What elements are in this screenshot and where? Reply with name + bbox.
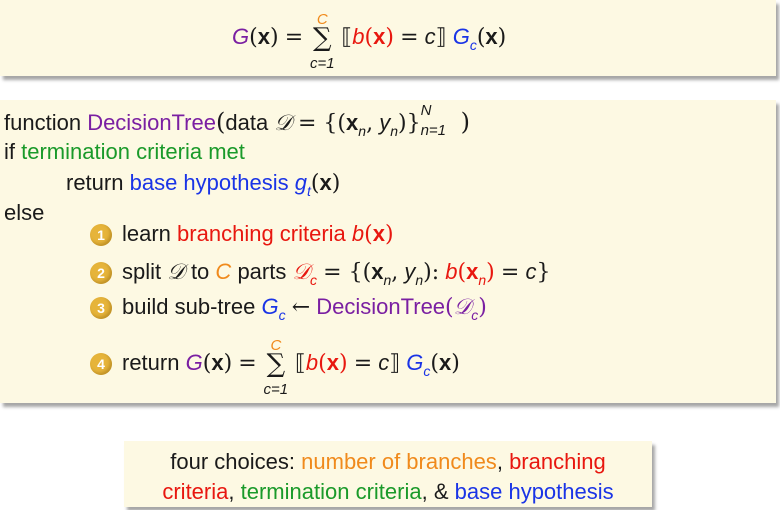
- header-formula: G(x) = C ∑ c=1 ⟦b(x) = c⟧ Gc(x): [232, 11, 506, 72]
- step-2-bullet: 2: [90, 262, 112, 284]
- algo-line-return-base: return base hypothesis gt(x): [66, 170, 341, 199]
- sum-upper-limit: C: [316, 11, 328, 29]
- choice-criteria: criteria: [162, 479, 229, 504]
- choice-termination: termination criteria: [240, 479, 422, 504]
- formula-c: c: [424, 24, 436, 49]
- step-3-bullet: 3: [90, 297, 112, 319]
- summation-symbol: C ∑ c=1: [309, 11, 335, 72]
- step-4: 4 return G(x) = C ∑ c=1 ⟦b(x) = c⟧ Gc(x): [90, 337, 460, 399]
- formula-box: G(x) = C ∑ c=1 ⟦b(x) = c⟧ Gc(x): [0, 0, 776, 76]
- formula-eq: =: [284, 25, 304, 50]
- func-name: DecisionTree: [87, 110, 216, 135]
- algo-line-if: if termination criteria met: [4, 139, 245, 164]
- base-hypothesis: base hypothesis: [129, 170, 289, 195]
- formula-Gc: G: [452, 24, 470, 49]
- step-4-summation: C ∑ c=1: [263, 337, 289, 399]
- step-1-bullet: 1: [90, 224, 112, 246]
- choice-base-hypothesis: base hypothesis: [454, 479, 614, 504]
- algorithm-box: function DecisionTree(data 𝒟 = {(xn, yn)…: [0, 100, 776, 403]
- choice-branching: branching: [509, 449, 606, 474]
- step-4-bullet: 4: [90, 353, 112, 375]
- algo-line-else: else: [4, 200, 45, 225]
- termination-criteria: termination criteria met: [21, 139, 245, 164]
- choice-number-of-branches: number of branches: [301, 449, 497, 474]
- note-line-2: criteria, termination criteria, & base h…: [162, 479, 614, 504]
- branching-criteria: branching criteria: [177, 221, 346, 246]
- step-3: 3 build sub-tree Gc ← DecisionTree(𝒟c): [90, 294, 487, 328]
- formula-b: b: [352, 24, 365, 49]
- step-2: 2 split 𝒟 to C parts 𝒟c = {(xn, yn): b(xn…: [90, 259, 550, 293]
- step-1: 1 learn branching criteria b(x): [90, 221, 394, 248]
- note-box: four choices: number of branches, branch…: [124, 441, 652, 507]
- note-line-1: four choices: number of branches, branch…: [170, 449, 606, 474]
- sum-lower-limit: c=1: [309, 55, 335, 73]
- formula-bx: x: [373, 24, 386, 49]
- formula-x: x: [257, 24, 270, 49]
- formula-G: G: [232, 24, 250, 49]
